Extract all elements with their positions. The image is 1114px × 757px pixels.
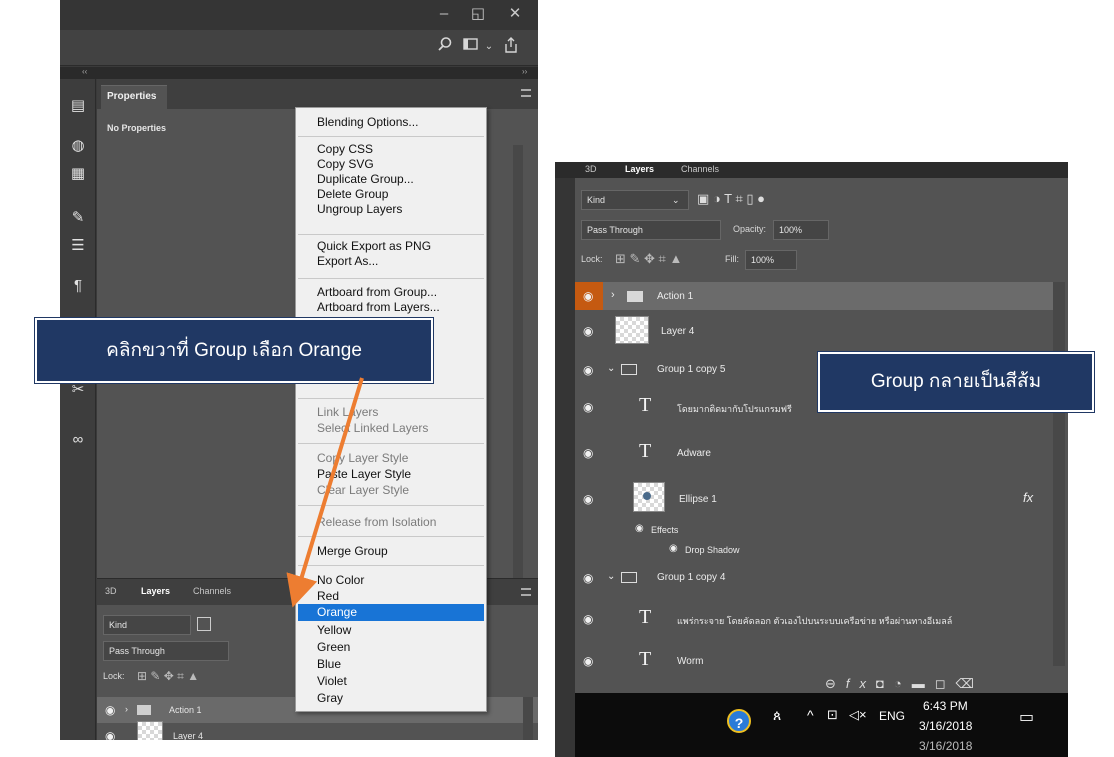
folder-icon[interactable]: ▬ — [912, 676, 935, 691]
filter-kind-dropdown[interactable]: Kind ⌄ — [581, 190, 689, 210]
chevron-down-icon: ⌄ — [672, 195, 680, 205]
network-icon[interactable]: ⊡ — [827, 707, 838, 723]
visibility-eye-icon[interactable]: ◉ — [583, 400, 593, 414]
fill-label: Fill: — [725, 254, 739, 264]
clock-time[interactable]: 6:43 PM — [923, 699, 968, 713]
fx-icon[interactable]: fx — [846, 676, 876, 691]
blend-mode-dropdown[interactable]: Pass Through — [581, 220, 721, 240]
layer-name: Group 1 copy 4 — [657, 572, 726, 583]
people-icon[interactable]: ጰ — [773, 707, 781, 724]
layer-row-drop-shadow[interactable]: ◉ Drop Shadow — [575, 542, 1055, 560]
layer-name: Worm — [677, 656, 704, 667]
filter-kind-label: Kind — [587, 195, 606, 205]
text-layer-icon: T — [639, 440, 652, 462]
link-icon[interactable]: ⊖ — [825, 676, 846, 691]
visibility-eye-icon[interactable]: ◉ — [583, 446, 593, 460]
chevron-up-icon[interactable]: ^ — [807, 707, 814, 723]
tab-channels[interactable]: Channels — [681, 164, 719, 174]
result-callout: Group กลายเป็นสีส้ม — [818, 352, 1094, 412]
layer-row-adware[interactable]: ◉ T Adware — [575, 438, 1055, 468]
layer-row-group-1-copy-4[interactable]: ◉ ⌄ Group 1 copy 4 — [575, 566, 1055, 590]
fill-input[interactable]: 100% — [745, 250, 797, 270]
visibility-eye-icon[interactable]: ◉ — [583, 654, 593, 668]
effect-name: Drop Shadow — [685, 545, 740, 555]
layer-name: Group 1 copy 5 — [657, 364, 726, 375]
text-layer-icon: T — [639, 394, 652, 416]
layer-name: Action 1 — [657, 291, 694, 302]
blend-mode-label: Pass Through — [587, 225, 643, 235]
layers-scrollbar[interactable] — [1053, 282, 1065, 666]
fill-value: 100% — [751, 255, 775, 265]
visibility-eye-icon[interactable]: ◉ — [583, 612, 593, 626]
adjustment-icon[interactable]: ◔ — [894, 676, 912, 691]
text-layer-icon: T — [639, 648, 652, 670]
lock-icons[interactable]: ⊞ ✎ ✥ ⌗ ▲ — [615, 251, 682, 267]
tab-layers[interactable]: Layers — [625, 164, 654, 174]
layer-name: Layer 4 — [661, 326, 695, 337]
layer-name: Ellipse 1 — [679, 494, 717, 505]
arrow-to-orange — [286, 377, 364, 608]
opacity-label: Opacity: — [733, 224, 767, 234]
opacity-value: 100% — [779, 225, 803, 235]
clock-date-ghost: 3/16/2018 — [919, 739, 973, 753]
layer-thumbnail — [615, 316, 649, 344]
layers-tab-bar: 3D Layers Channels — [555, 162, 1068, 178]
folder-icon — [621, 364, 637, 375]
expand-arrow-icon[interactable]: › — [611, 289, 615, 301]
layer-row-effects[interactable]: ◉ Effects — [575, 522, 1055, 540]
visibility-eye-icon[interactable]: ◉ — [583, 363, 593, 377]
collapse-arrow-icon[interactable]: ⌄ — [607, 363, 615, 374]
windows-taskbar: ? ጰ ^ ⊡ ◁× ENG 6:43 PM 3/16/2018 3/16/20… — [575, 693, 1068, 757]
folder-icon — [627, 291, 643, 302]
visibility-eye-icon[interactable]: ◉ — [583, 324, 593, 338]
fx-indicator[interactable]: fx — [1023, 490, 1033, 505]
opacity-input[interactable]: 100% — [773, 220, 829, 240]
mask-icon[interactable]: ◘ — [876, 676, 894, 691]
folder-icon — [621, 572, 637, 583]
layer-row-worm[interactable]: ◉ T Worm — [575, 648, 1055, 672]
lock-label: Lock: — [581, 254, 603, 264]
collapse-arrow-icon[interactable]: ⌄ — [607, 571, 615, 582]
visibility-eye-icon[interactable]: ◉ — [583, 492, 593, 506]
new-layer-icon[interactable]: ◻ — [935, 676, 956, 691]
action-center-icon[interactable]: ▭ — [1019, 707, 1034, 727]
layers-bottom-toolbar: ⊖fx◘◔▬◻⌫ — [825, 676, 984, 692]
right-screenshot: 3D Layers Channels Kind ⌄ ▣ ◑ T ⌗ ▯ ● Pa… — [555, 162, 1068, 757]
layer-row-action-1[interactable]: ◉ › Action 1 — [575, 282, 1055, 310]
layer-name: โดยมากติดมากับโปรแกรมฟรี — [677, 404, 792, 414]
layer-name: แพร่กระจาย โดยคัดลอก ตัวเองไปบนระบบเครือ… — [677, 616, 953, 626]
effect-eye-icon[interactable]: ◉ — [669, 543, 678, 554]
layer-name: Adware — [677, 448, 711, 459]
layers-panel: Kind ⌄ ▣ ◑ T ⌗ ▯ ● Pass Through Opacity:… — [575, 178, 1068, 693]
language-indicator[interactable]: ENG — [879, 709, 905, 723]
clock-date[interactable]: 3/16/2018 — [919, 719, 972, 733]
trash-icon[interactable]: ⌫ — [956, 676, 984, 691]
text-layer-icon: T — [639, 606, 652, 628]
tab-3d[interactable]: 3D — [585, 164, 597, 174]
layer-row-text-2[interactable]: ◉ T แพร่กระจาย โดยคัดลอก ตัวเองไปบนระบบเ… — [575, 604, 1055, 634]
help-icon[interactable]: ? — [727, 709, 751, 733]
volume-muted-icon[interactable]: ◁× — [849, 707, 867, 723]
effects-label: Effects — [651, 525, 679, 535]
effects-eye-icon[interactable]: ◉ — [635, 523, 644, 534]
filter-type-icons[interactable]: ▣ ◑ T ⌗ ▯ ● — [697, 191, 765, 207]
layer-row-ellipse-1[interactable]: ◉ Ellipse 1 fx — [575, 480, 1055, 520]
visibility-eye-icon[interactable]: ◉ — [583, 571, 593, 585]
ellipse-icon — [643, 492, 651, 500]
visibility-eye-icon[interactable]: ◉ — [583, 289, 593, 303]
layer-row-layer-4[interactable]: ◉ Layer 4 — [575, 314, 1055, 348]
